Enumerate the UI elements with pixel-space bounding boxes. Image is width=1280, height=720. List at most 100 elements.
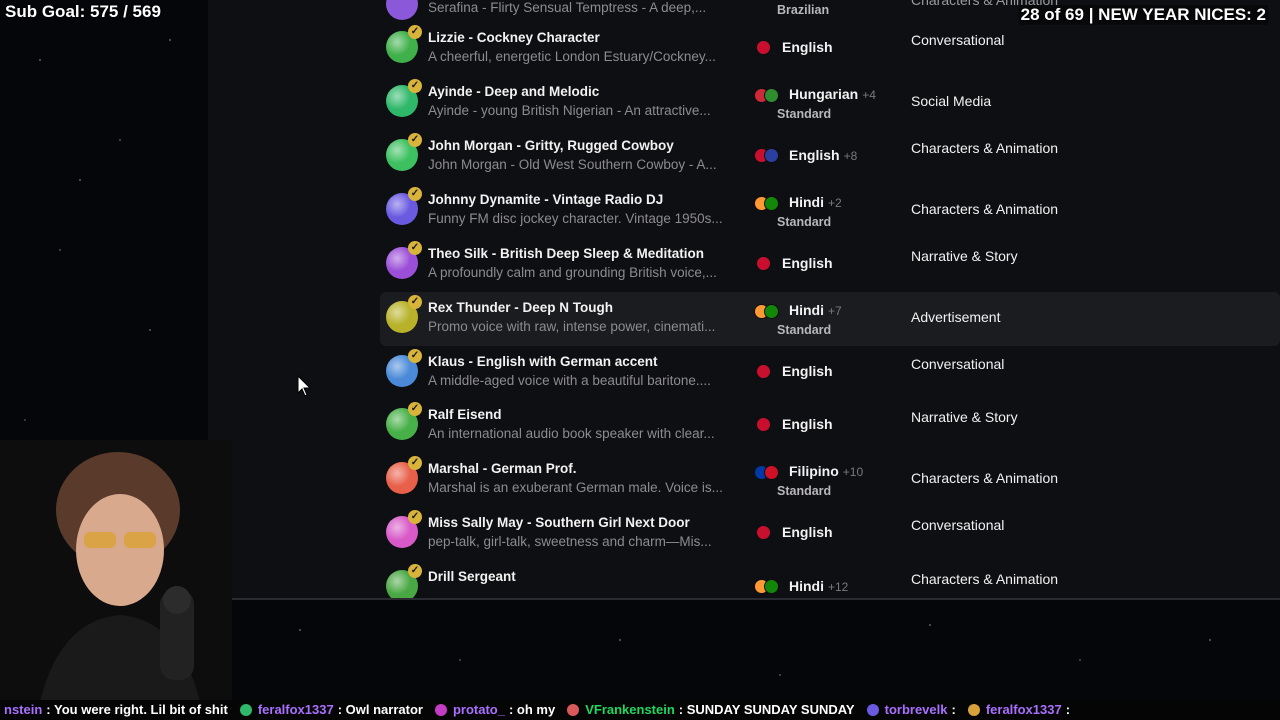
language-flag-icon <box>754 465 782 480</box>
voice-row[interactable]: ✓ Lizzie - Cockney Character A cheerful, e… <box>380 22 1280 76</box>
language-flag-icon <box>756 256 784 271</box>
voice-category: Social Media <box>911 93 992 109</box>
verified-icon: ✓ <box>408 25 422 39</box>
voice-quality-label: Standard <box>777 323 832 337</box>
chat-username[interactable]: protato_ <box>453 702 505 717</box>
language-flag-icon <box>756 525 784 540</box>
verified-icon: ✓ <box>408 241 422 255</box>
verified-icon: ✓ <box>408 133 422 147</box>
voice-quality-label: Standard <box>777 107 832 121</box>
voice-category: Characters & Animation <box>911 140 1059 156</box>
language-flag-icon <box>754 304 782 319</box>
voice-description: A middle-aged voice with a beautiful bar… <box>428 373 711 388</box>
voice-category: Conversational <box>911 32 1005 48</box>
voice-name[interactable]: Theo Silk - British Deep Sleep & Meditat… <box>428 246 704 261</box>
voice-row[interactable]: ✓ Ralf Eisend An international audio book … <box>380 399 1280 453</box>
voice-name[interactable]: Marshal - German Prof. <box>428 461 577 476</box>
webcam-feed <box>0 440 232 702</box>
panel-divider <box>230 598 1280 600</box>
voice-category: Characters & Animation <box>911 571 1059 587</box>
voice-category: Narrative & Story <box>911 248 1018 264</box>
voice-description: A profoundly calm and grounding British … <box>428 265 717 280</box>
voice-language: Hindi +12 <box>789 578 849 594</box>
language-flag-icon <box>754 148 782 163</box>
voice-language: English <box>782 255 833 271</box>
chat-badge-icon <box>239 704 252 716</box>
counter-overlay: 28 of 69 | NEW YEAR NICES: 2 <box>1018 5 1268 25</box>
chat-badge-icon <box>866 704 879 716</box>
chat-username[interactable]: feralfox1337 <box>258 702 334 717</box>
voice-language: Hungarian +4 <box>789 86 876 102</box>
voice-description: pep-talk, girl-talk, sweetness and charm… <box>428 534 712 549</box>
verified-icon: ✓ <box>408 456 422 470</box>
chat-username[interactable]: VFrankenstein <box>585 702 675 717</box>
chat-username[interactable]: feralfox1337 <box>986 702 1062 717</box>
voice-name[interactable]: Rex Thunder - Deep N Tough <box>428 300 613 315</box>
chat-message: : <box>951 702 956 717</box>
chat-badge-icon <box>434 704 447 716</box>
voice-row[interactable]: ✓ Theo Silk - British Deep Sleep & Medita… <box>380 238 1280 292</box>
verified-icon: ✓ <box>408 79 422 93</box>
voice-name[interactable]: Ralf Eisend <box>428 407 502 422</box>
voice-avatar <box>386 0 418 20</box>
voice-row[interactable]: ✓ Drill Sergeant Hindi +12 Characters & Anim… <box>380 561 1280 598</box>
chat-badge-icon <box>567 704 580 716</box>
verified-icon: ✓ <box>408 510 422 524</box>
verified-icon: ✓ <box>408 564 422 578</box>
voice-description: A cheerful, energetic London Estuary/Coc… <box>428 49 716 64</box>
voice-row[interactable]: ✓ Ayinde - Deep and Melodic Ayinde - young… <box>380 76 1280 130</box>
voice-language: Filipino +10 <box>789 463 864 479</box>
language-flag-icon <box>756 364 784 379</box>
voice-description: Marshal is an exuberant German male. Voi… <box>428 480 723 495</box>
verified-icon: ✓ <box>408 295 422 309</box>
voice-row[interactable]: ✓ Miss Sally May - Southern Girl Next Doo… <box>380 507 1280 561</box>
voice-name[interactable]: Miss Sally May - Southern Girl Next Door <box>428 515 690 530</box>
voice-language: Hindi +7 <box>789 302 842 318</box>
verified-icon: ✓ <box>408 349 422 363</box>
language-flag-icon <box>754 579 782 594</box>
chat-message: : oh my <box>508 702 556 717</box>
voice-category: Narrative & Story <box>911 409 1018 425</box>
voice-language: English <box>782 524 833 540</box>
voice-language: English +8 <box>789 147 858 163</box>
voice-row[interactable]: ✓ Marshal - German Prof. Marshal is an exu… <box>380 453 1280 507</box>
voice-name[interactable]: Klaus - English with German accent <box>428 354 658 369</box>
chat-message: : SUNDAY SUNDAY SUNDAY <box>678 702 855 717</box>
language-flag-icon <box>754 196 782 211</box>
language-flag-icon <box>756 40 784 55</box>
language-flag-icon <box>756 417 784 432</box>
chat-message: : <box>1065 702 1071 717</box>
chat-ticker: nstein : You were right. Lil bit of shit f… <box>0 700 1280 720</box>
chat-username[interactable]: torbrevelk <box>885 702 948 717</box>
voice-category: Conversational <box>911 517 1005 533</box>
chat-message: : Owl narrator <box>337 702 423 717</box>
voice-row[interactable]: ✓ Johnny Dynamite - Vintage Radio DJ Funny… <box>380 184 1280 238</box>
voice-category: Advertisement <box>911 309 1001 325</box>
voice-description: An international audio book speaker with… <box>428 426 715 441</box>
chat-badge-icon <box>967 704 980 716</box>
voice-description: Funny FM disc jockey character. Vintage … <box>428 211 723 226</box>
voice-category: Characters & Animation <box>911 470 1059 486</box>
voice-language: English <box>782 363 833 379</box>
voice-category: Characters & Animation <box>911 201 1059 217</box>
voice-name[interactable]: Johnny Dynamite - Vintage Radio DJ <box>428 192 663 207</box>
voice-language: Brazilian <box>777 3 830 17</box>
voice-name[interactable]: Lizzie - Cockney Character <box>428 30 600 45</box>
voice-quality-label: Standard <box>777 484 832 498</box>
voice-name[interactable]: John Morgan - Gritty, Rugged Cowboy <box>428 138 674 153</box>
voice-category: Conversational <box>911 356 1005 372</box>
chat-username[interactable]: nstein <box>4 702 42 717</box>
chat-message: : You were right. Lil bit of shit <box>46 702 228 717</box>
voice-name[interactable]: Ayinde - Deep and Melodic <box>428 84 599 99</box>
voice-row[interactable]: ✓ Klaus - English with German accent A mid… <box>380 346 1280 400</box>
voice-quality-label: Standard <box>777 215 832 229</box>
language-flag-icon <box>754 88 782 103</box>
voice-language: Hindi +2 <box>789 194 842 210</box>
voice-row[interactable]: ✓ Rex Thunder - Deep N Tough Promo voice w… <box>380 292 1280 346</box>
verified-icon: ✓ <box>408 187 422 201</box>
voice-library-panel: Serafina - Flirty Sensual Temptress - A … <box>208 0 1280 598</box>
voice-name[interactable]: Drill Sergeant <box>428 569 516 584</box>
voice-description: Serafina - Flirty Sensual Temptress - A … <box>428 0 707 15</box>
verified-icon: ✓ <box>408 402 422 416</box>
voice-row[interactable]: ✓ John Morgan - Gritty, Rugged Cowboy John… <box>380 130 1280 184</box>
